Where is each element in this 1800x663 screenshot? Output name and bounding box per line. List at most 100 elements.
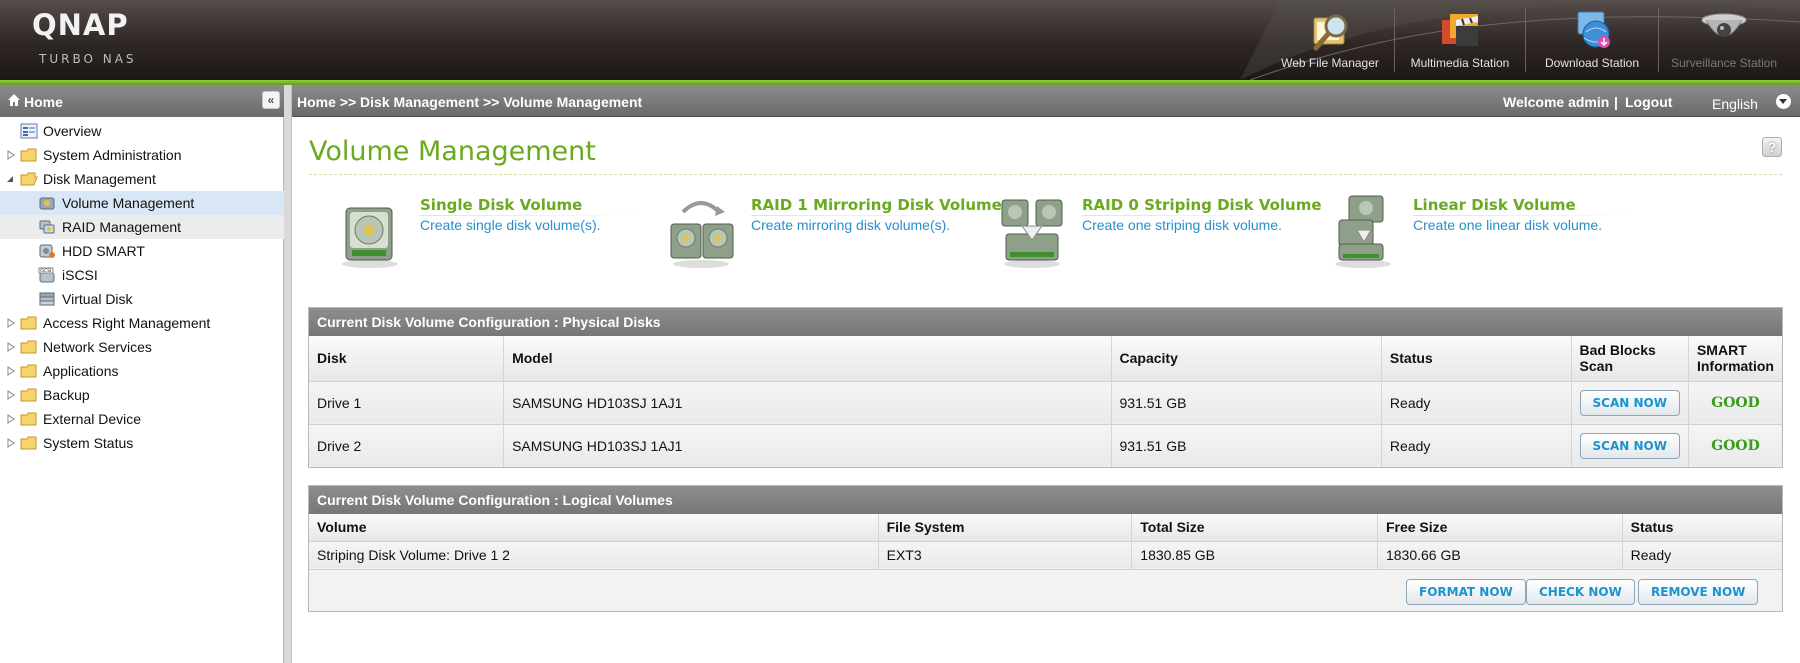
sidebar-item-system-administration[interactable]: System Administration: [0, 143, 284, 167]
sidebar-item-overview[interactable]: Overview: [0, 119, 284, 143]
column-header: Volume: [309, 514, 879, 541]
smart-status-badge[interactable]: GOOD: [1688, 380, 1782, 424]
app-label: Multimedia Station: [1410, 56, 1510, 70]
disk-cell: Drive 1: [309, 380, 505, 424]
remove-now-button[interactable]: REMOVE NOW: [1638, 579, 1759, 605]
iscsi-icon: iSCSI: [38, 267, 55, 283]
clapperboard-icon: [1442, 14, 1478, 46]
volume-disk-icon: [39, 197, 55, 210]
raid0-striping-volume-option[interactable]: RAID 0 Striping Disk Volume Create one s…: [990, 190, 1322, 272]
column-header: Capacity: [1111, 336, 1382, 381]
volume-type-title[interactable]: RAID 1 Mirroring Disk Volume: [751, 196, 1002, 214]
sidebar-item-label: Applications: [43, 363, 119, 379]
check-now-button[interactable]: CHECK NOW: [1526, 579, 1635, 605]
scan-now-button[interactable]: SCAN NOW: [1579, 389, 1680, 416]
overview-icon: [20, 123, 38, 139]
column-header: Bad Blocks Scan: [1571, 336, 1689, 381]
sidebar-item-volume-management[interactable]: Volume Management: [0, 191, 284, 215]
single-disk-volume-option[interactable]: Single Disk Volume Create single disk vo…: [328, 190, 646, 272]
help-icon[interactable]: ?: [1762, 137, 1782, 157]
download-station-launcher[interactable]: Download Station: [1528, 4, 1656, 76]
sidebar-item-access-right-management[interactable]: Access Right Management: [0, 311, 284, 335]
divider: [1413, 215, 1639, 216]
sidebar-item-applications[interactable]: Applications: [0, 359, 284, 383]
expand-arrow-icon[interactable]: [7, 342, 15, 352]
sidebar-item-label: Network Services: [43, 339, 152, 355]
column-header: Free Size: [1377, 514, 1623, 541]
brand-logo[interactable]: QNAP: [32, 8, 129, 42]
raid-icon: [39, 220, 55, 234]
svg-text:iSCSI: iSCSI: [40, 268, 51, 274]
volume-type-description[interactable]: Create one striping disk volume.: [1082, 217, 1282, 233]
expand-arrow-icon[interactable]: [7, 366, 15, 376]
sidebar-item-label: System Status: [43, 435, 134, 451]
physical-disks-panel: Current Disk Volume Configuration : Phys…: [308, 307, 1783, 468]
folder-icon: [20, 412, 37, 426]
folder-icon: [20, 436, 37, 450]
divider: [751, 215, 977, 216]
chevron-down-icon[interactable]: [1776, 94, 1791, 109]
expand-arrow-icon[interactable]: [7, 318, 15, 328]
total-size-cell: 1830.85 GB: [1131, 540, 1378, 569]
status-cell: Ready: [1381, 423, 1572, 467]
volume-type-title[interactable]: Single Disk Volume: [420, 196, 582, 214]
page-title: Volume Management: [309, 136, 596, 167]
expand-arrow-icon[interactable]: [7, 390, 15, 400]
brand-product-name: TURBO NAS: [39, 52, 137, 66]
sidebar-home-link[interactable]: Home: [24, 94, 63, 110]
folder-icon: [20, 340, 37, 354]
sidebar-item-hdd-smart[interactable]: HDD SMART: [0, 239, 284, 263]
format-now-button[interactable]: FORMAT NOW: [1406, 579, 1526, 605]
column-header: File System: [878, 514, 1133, 541]
separator: |: [1614, 94, 1618, 110]
top-header: QNAP TURBO NAS Web File Manager Multimed…: [0, 0, 1800, 80]
sidebar-item-external-device[interactable]: External Device: [0, 407, 284, 431]
column-header: Status: [1622, 514, 1782, 541]
language-selector[interactable]: English: [1712, 96, 1758, 112]
sidebar-item-backup[interactable]: Backup: [0, 383, 284, 407]
sidebar-item-system-status[interactable]: System Status: [0, 431, 284, 455]
collapse-sidebar-button[interactable]: «: [262, 91, 280, 109]
collapse-arrow-icon[interactable]: [6, 174, 14, 184]
expand-arrow-icon[interactable]: [7, 438, 15, 448]
expand-arrow-icon[interactable]: [7, 150, 15, 160]
volume-type-title[interactable]: RAID 0 Striping Disk Volume: [1082, 196, 1322, 214]
surveillance-station-launcher[interactable]: Surveillance Station: [1660, 4, 1788, 76]
status-cell: Ready: [1381, 380, 1572, 424]
breadcrumb[interactable]: Home >> Disk Management >> Volume Manage…: [297, 94, 642, 110]
magnifier-folder-icon: [1313, 14, 1348, 51]
volume-type-description[interactable]: Create mirroring disk volume(s).: [751, 217, 950, 233]
folder-icon: [20, 316, 37, 330]
raid1-mirroring-volume-option[interactable]: RAID 1 Mirroring Disk Volume Create mirr…: [659, 190, 1002, 272]
mirroring-disk-icon: [670, 201, 734, 268]
striping-disk-icon: [1001, 199, 1063, 268]
sidebar-item-network-services[interactable]: Network Services: [0, 335, 284, 359]
sidebar-item-iscsi[interactable]: iSCSI iSCSI: [0, 263, 284, 287]
volume-actions-bar: FORMAT NOW CHECK NOW REMOVE NOW: [309, 569, 1782, 611]
navigation-sidebar: Home « Overview System Administration Di…: [0, 85, 284, 663]
table-row[interactable]: Striping Disk Volume: Drive 1 2 EXT3 183…: [309, 540, 1782, 569]
sidebar-header: Home «: [0, 85, 284, 117]
volume-type-title[interactable]: Linear Disk Volume: [1413, 196, 1576, 214]
web-file-manager-launcher[interactable]: Web File Manager: [1266, 4, 1394, 76]
sidebar-item-virtual-disk[interactable]: Virtual Disk: [0, 287, 284, 311]
logout-link[interactable]: Logout: [1625, 94, 1672, 110]
multimedia-station-launcher[interactable]: Multimedia Station: [1396, 4, 1524, 76]
sidebar-item-label: Volume Management: [62, 195, 195, 211]
scan-now-button[interactable]: SCAN NOW: [1579, 432, 1680, 459]
volume-type-description[interactable]: Create single disk volume(s).: [420, 217, 601, 233]
free-size-cell: 1830.66 GB: [1377, 540, 1623, 569]
expand-arrow-icon[interactable]: [7, 414, 15, 424]
volume-type-description[interactable]: Create one linear disk volume.: [1413, 217, 1602, 233]
linear-disk-volume-option[interactable]: Linear Disk Volume Create one linear dis…: [1321, 190, 1639, 272]
smart-status-badge[interactable]: GOOD: [1688, 423, 1782, 467]
capacity-cell: 931.51 GB: [1111, 423, 1382, 467]
scan-cell: SCAN NOW: [1571, 380, 1689, 424]
sidebar-item-raid-management[interactable]: RAID Management: [0, 215, 284, 239]
sidebar-splitter[interactable]: [284, 85, 292, 663]
sidebar-item-disk-management[interactable]: Disk Management: [0, 167, 284, 191]
panel-heading: Current Disk Volume Configuration : Phys…: [309, 308, 1782, 336]
panel-heading: Current Disk Volume Configuration : Logi…: [309, 486, 1782, 514]
sidebar-item-label: Access Right Management: [43, 315, 211, 331]
app-label: Surveillance Station: [1670, 56, 1778, 70]
